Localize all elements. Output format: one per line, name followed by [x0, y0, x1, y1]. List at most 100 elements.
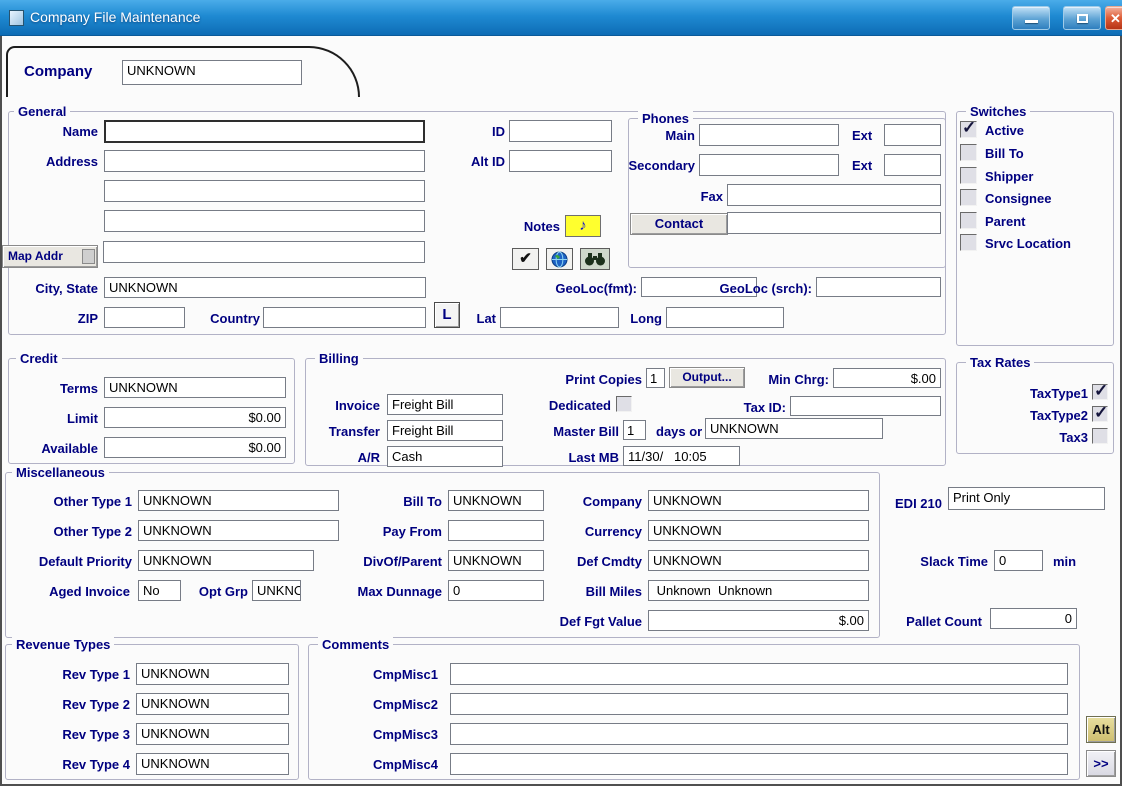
- transfer-input[interactable]: Freight Bill: [387, 420, 503, 441]
- currency-label: Currency: [570, 524, 642, 539]
- dedicated-checkbox[interactable]: [616, 396, 632, 412]
- locate-l-button[interactable]: L: [434, 302, 460, 328]
- taxtype2-label: TaxType2: [998, 408, 1088, 423]
- def-fgt-value-input[interactable]: $.00: [648, 610, 869, 631]
- cmpmisc3-input[interactable]: [450, 723, 1068, 745]
- limit-input[interactable]: $0.00: [104, 407, 286, 428]
- days-or-label: days or: [656, 424, 706, 439]
- last-mb-input[interactable]: 11/30/ 10:05: [623, 446, 740, 466]
- edi-210-label: EDI 210: [878, 496, 942, 511]
- close-button[interactable]: ✕: [1105, 6, 1122, 30]
- other-type-2-input[interactable]: UNKNOWN: [138, 520, 339, 541]
- min-chrg-input[interactable]: $.00: [833, 368, 941, 388]
- country-input[interactable]: [263, 307, 426, 328]
- tax-id-label: Tax ID:: [722, 400, 786, 415]
- max-dunnage-input[interactable]: 0: [448, 580, 544, 601]
- edit-check-button[interactable]: ✔: [512, 248, 539, 270]
- switch-shipper-checkbox[interactable]: [960, 167, 977, 184]
- map-addr-button[interactable]: Map Addr: [2, 245, 98, 268]
- credit-group-title: Credit: [16, 351, 62, 366]
- print-copies-input[interactable]: 1: [646, 368, 665, 388]
- cmpmisc1-input[interactable]: [450, 663, 1068, 685]
- id-label: ID: [465, 124, 505, 139]
- long-input[interactable]: [666, 307, 784, 328]
- edi-210-input[interactable]: Print Only: [948, 487, 1105, 510]
- rev-type-2-label: Rev Type 2: [26, 697, 130, 712]
- currency-input[interactable]: UNKNOWN: [648, 520, 869, 541]
- switch-consignee-checkbox[interactable]: [960, 189, 977, 206]
- rev-type-4-input[interactable]: UNKNOWN: [136, 753, 289, 775]
- name-input[interactable]: [104, 120, 425, 143]
- contact-button[interactable]: Contact: [630, 213, 728, 235]
- taxtype1-checkbox[interactable]: [1092, 384, 1108, 400]
- misc-bill-to-label: Bill To: [378, 494, 442, 509]
- invoice-input[interactable]: Freight Bill: [387, 394, 503, 415]
- phone-main-ext-input[interactable]: [884, 124, 941, 146]
- misc-bill-to-input[interactable]: UNKNOWN: [448, 490, 544, 511]
- available-input[interactable]: $0.00: [104, 437, 286, 458]
- contact-input[interactable]: [727, 212, 941, 234]
- dedicated-label: Dedicated: [521, 398, 611, 413]
- output-button[interactable]: Output...: [669, 367, 745, 388]
- geoloc-srch-input[interactable]: [816, 277, 941, 297]
- terms-input[interactable]: UNKNOWN: [104, 377, 286, 398]
- ar-input[interactable]: Cash: [387, 446, 503, 467]
- cmpmisc2-input[interactable]: [450, 693, 1068, 715]
- pallet-count-input[interactable]: 0: [990, 608, 1077, 629]
- lat-input[interactable]: [500, 307, 619, 328]
- zip-input[interactable]: [104, 307, 185, 328]
- switch-bill-to-checkbox[interactable]: [960, 144, 977, 161]
- cmpmisc4-input[interactable]: [450, 753, 1068, 775]
- title-bar[interactable]: Company File Maintenance ✕: [0, 0, 1122, 36]
- pay-from-label: Pay From: [370, 524, 442, 539]
- rev-type-3-input[interactable]: UNKNOWN: [136, 723, 289, 745]
- maximize-button[interactable]: [1063, 6, 1101, 30]
- phone-secondary-ext-input[interactable]: [884, 154, 941, 176]
- divof-parent-input[interactable]: UNKNOWN: [448, 550, 544, 571]
- rev-type-4-label: Rev Type 4: [26, 757, 130, 772]
- revenue-types-group-title: Revenue Types: [12, 637, 114, 652]
- switch-srvc-location-label: Srvc Location: [985, 236, 1111, 251]
- bill-miles-input[interactable]: Unknown Unknown: [648, 580, 869, 601]
- rev-type-2-input[interactable]: UNKNOWN: [136, 693, 289, 715]
- switch-bill-to-label: Bill To: [985, 146, 1105, 161]
- switch-active-checkbox[interactable]: [960, 121, 977, 138]
- switch-parent-checkbox[interactable]: [960, 212, 977, 229]
- map-addr-input[interactable]: [103, 241, 425, 263]
- days-or-input[interactable]: UNKNOWN: [705, 418, 883, 439]
- default-priority-input[interactable]: UNKNOWN: [138, 550, 314, 571]
- other-type-1-input[interactable]: UNKNOWN: [138, 490, 339, 511]
- slack-time-input[interactable]: 0: [994, 550, 1043, 571]
- address-line1-input[interactable]: [104, 150, 425, 172]
- fax-input[interactable]: [727, 184, 941, 206]
- def-cmdty-input[interactable]: UNKNOWN: [648, 550, 869, 571]
- id-input[interactable]: [509, 120, 612, 142]
- phone-main-input[interactable]: [699, 124, 839, 146]
- misc-company-input[interactable]: UNKNOWN: [648, 490, 869, 511]
- phone-secondary-input[interactable]: [699, 154, 839, 176]
- company-key-input[interactable]: UNKNOWN: [122, 60, 302, 85]
- switches-group-title: Switches: [966, 104, 1030, 119]
- opt-grp-input[interactable]: UNKNOWN: [252, 580, 301, 601]
- notes-button[interactable]: ♪: [565, 215, 601, 237]
- city-state-label: City, State: [2, 281, 98, 296]
- minimize-button[interactable]: [1012, 6, 1050, 30]
- taxtype2-checkbox[interactable]: [1092, 406, 1108, 422]
- aged-invoice-input[interactable]: No: [138, 580, 181, 601]
- pay-from-input[interactable]: [448, 520, 544, 541]
- rev-type-1-input[interactable]: UNKNOWN: [136, 663, 289, 685]
- switch-srvc-location-checkbox[interactable]: [960, 234, 977, 251]
- alt-id-input[interactable]: [509, 150, 612, 172]
- tax3-checkbox[interactable]: [1092, 428, 1108, 444]
- master-bill-input[interactable]: 1: [623, 420, 646, 440]
- address-line3-input[interactable]: [104, 210, 425, 232]
- address-line2-input[interactable]: [104, 180, 425, 202]
- map-addr-button-label: Map Addr: [8, 249, 63, 263]
- map-globe-button[interactable]: [546, 248, 573, 270]
- alt-button[interactable]: Alt: [1086, 716, 1116, 743]
- city-state-input[interactable]: UNKNOWN: [104, 277, 426, 298]
- other-type-2-label: Other Type 2: [12, 524, 132, 539]
- tax-id-input[interactable]: [790, 396, 941, 416]
- more-button[interactable]: >>: [1086, 750, 1116, 777]
- locate-binoculars-button[interactable]: [580, 248, 610, 270]
